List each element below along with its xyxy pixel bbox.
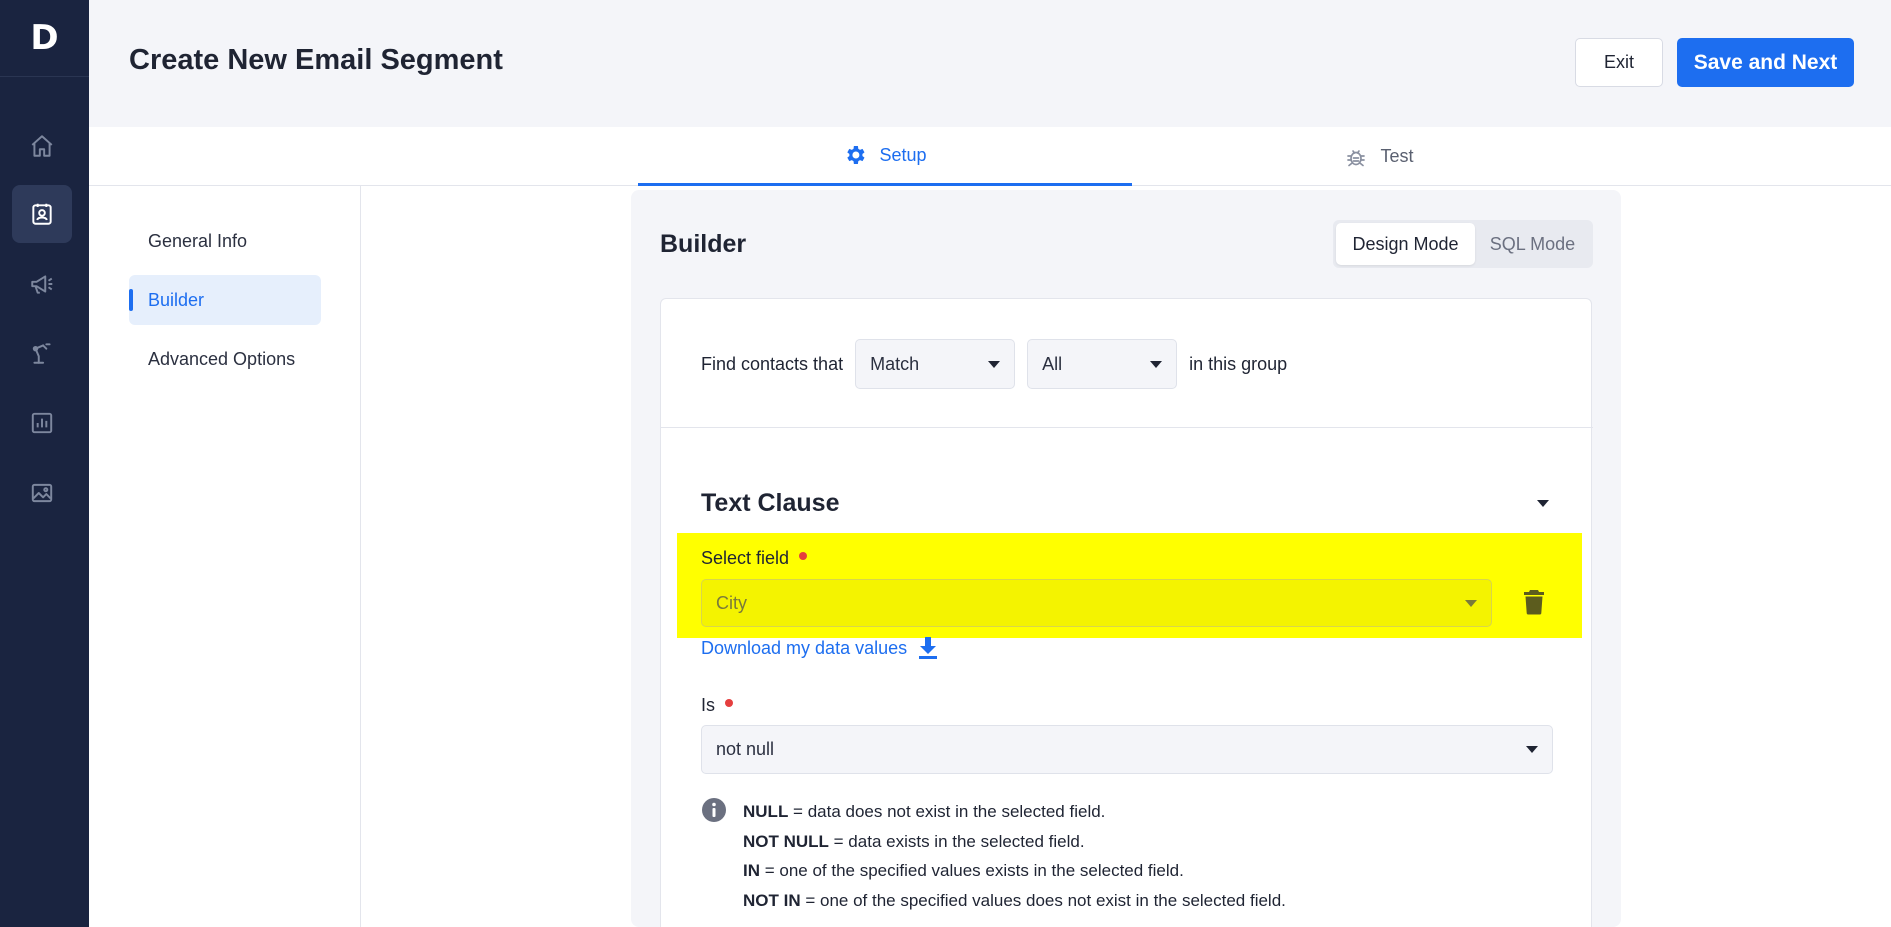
rail-contacts-button[interactable] <box>12 185 72 243</box>
builder-panel: Builder Design Mode SQL Mode Find contac… <box>631 190 1621 927</box>
trash-icon[interactable] <box>1523 589 1545 615</box>
app-logo[interactable]: D <box>0 0 89 77</box>
tab-setup-label: Setup <box>879 144 927 165</box>
operator-select-value: not null <box>716 739 775 759</box>
rail-reports-button[interactable] <box>12 394 72 452</box>
nav-item-advanced-options[interactable]: Advanced Options <box>129 334 321 384</box>
design-mode-button[interactable]: Design Mode <box>1336 223 1475 265</box>
rail-assets-button[interactable] <box>12 464 72 522</box>
robot-arm-icon <box>32 343 51 364</box>
megaphone-icon <box>31 275 53 294</box>
section-nav: General Info Builder Advanced Options <box>89 186 361 927</box>
tab-test-label: Test <box>1380 146 1414 166</box>
page-title: Create New Email Segment <box>129 44 503 76</box>
field-select[interactable]: City <box>701 579 1492 627</box>
nav-item-general-info[interactable]: General Info <box>129 216 321 266</box>
divider <box>661 427 1593 428</box>
rail-home-button[interactable] <box>12 117 72 175</box>
is-label: Is <box>701 695 734 716</box>
info-icon <box>702 798 726 822</box>
step-tabs: Setup Test <box>89 127 1891 186</box>
help-line-null: NULL = data does not exist in the select… <box>743 802 1106 821</box>
page-header: Create New Email Segment Exit Save and N… <box>89 0 1891 127</box>
builder-title: Builder <box>660 230 747 258</box>
chevron-down-icon <box>1465 599 1477 607</box>
rail-automation-button[interactable] <box>12 324 72 382</box>
download-icon <box>919 637 938 659</box>
save-and-next-button[interactable]: Save and Next <box>1677 38 1854 87</box>
bar-chart-icon <box>31 412 53 434</box>
operator-help-text: NULL = data does not exist in the select… <box>743 797 1286 915</box>
rail-campaigns-button[interactable] <box>12 255 72 313</box>
match-select[interactable]: Match <box>855 339 1016 389</box>
nav-item-builder[interactable]: Builder <box>129 275 321 325</box>
sql-mode-button[interactable]: SQL Mode <box>1475 223 1590 265</box>
collapse-clause-icon[interactable] <box>1537 500 1549 507</box>
help-line-not-null: NOT NULL = data exists in the selected f… <box>743 831 1085 851</box>
bug-icon <box>1347 149 1366 166</box>
tab-test[interactable]: Test <box>1132 127 1626 186</box>
required-indicator <box>725 698 734 707</box>
exit-button[interactable]: Exit <box>1575 38 1663 87</box>
operator-select[interactable]: not null <box>701 725 1553 774</box>
help-line-not-in: NOT IN = one of the specified values doe… <box>743 890 1286 910</box>
find-prefix-text: Find contacts that <box>701 353 844 374</box>
field-select-value: City <box>716 592 747 613</box>
home-icon <box>31 135 53 157</box>
scope-select-value: All <box>1042 353 1063 374</box>
contacts-icon <box>32 203 52 225</box>
clause-title: Text Clause <box>701 489 840 517</box>
download-data-values-link[interactable]: Download my data values <box>701 636 939 660</box>
builder-card: Find contacts that Match All in this gro… <box>660 298 1593 927</box>
chevron-down-icon <box>1150 360 1163 368</box>
select-field-label: Select field <box>701 548 808 569</box>
mode-switch: Design Mode SQL Mode <box>1333 220 1593 268</box>
match-select-value: Match <box>870 353 920 374</box>
required-indicator <box>799 551 808 560</box>
scope-select[interactable]: All <box>1027 339 1178 389</box>
find-contacts-row: Find contacts that Match All in this gro… <box>701 339 1287 389</box>
chevron-down-icon <box>988 360 1001 368</box>
left-rail: D <box>0 0 89 927</box>
tab-setup[interactable]: Setup <box>638 127 1132 186</box>
help-line-in: IN = one of the specified values exists … <box>743 861 1184 880</box>
image-icon <box>31 483 53 503</box>
find-suffix-text: in this group <box>1189 353 1288 374</box>
chevron-down-icon <box>1526 746 1538 753</box>
gear-icon <box>847 146 865 164</box>
